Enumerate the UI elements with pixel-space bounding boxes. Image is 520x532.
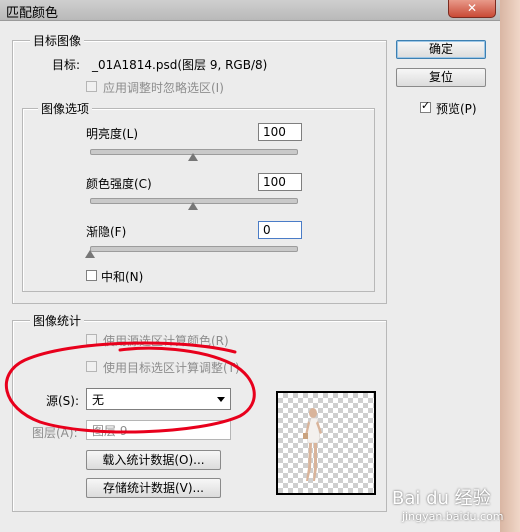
background-right bbox=[500, 0, 520, 532]
ignore-selection-label: 应用调整时忽略选区(I) bbox=[103, 81, 224, 95]
color-intensity-slider-thumb[interactable] bbox=[188, 202, 198, 210]
match-color-dialog: 匹配颜色 ✕ 目标图像 目标: _01A1814.psd(图层 9, RGB/8… bbox=[0, 0, 500, 532]
close-button[interactable]: ✕ bbox=[448, 0, 496, 18]
checkmark-icon: ✓ bbox=[421, 99, 431, 112]
image-statistics-legend: 图像统计 bbox=[30, 312, 85, 329]
watermark-text: Bai du 经验 bbox=[392, 488, 491, 509]
load-statistics-button[interactable]: 载入统计数据(O)... bbox=[86, 450, 221, 470]
preview-checkbox[interactable]: ✓ bbox=[420, 99, 431, 113]
color-intensity-input[interactable]: 100 bbox=[258, 173, 302, 191]
luminance-input[interactable]: 100 bbox=[258, 123, 302, 141]
fade-slider-track[interactable] bbox=[90, 246, 298, 252]
neutralize-label: 中和(N) bbox=[101, 270, 144, 284]
image-options-legend: 图像选项 bbox=[38, 100, 93, 117]
preview-label: 预览(P) bbox=[436, 102, 477, 116]
neutralize-checkbox[interactable] bbox=[86, 270, 97, 281]
target-label: 目标: bbox=[52, 58, 81, 72]
statistics-preview-thumbnail bbox=[276, 391, 376, 495]
dialog-title: 匹配颜色 bbox=[6, 6, 59, 21]
baidu-watermark: Bai du 经验 jingyan.baidu.com bbox=[392, 484, 504, 523]
reset-button[interactable]: 复位 bbox=[396, 68, 486, 87]
target-image-legend: 目标图像 bbox=[30, 32, 85, 49]
target-value: _01A1814.psd(图层 9, RGB/8) bbox=[92, 58, 268, 72]
title-bar: 匹配颜色 ✕ bbox=[0, 0, 500, 21]
watermark-subtext: jingyan.baidu.com bbox=[402, 510, 504, 523]
ignore-selection-checkbox[interactable] bbox=[86, 81, 97, 92]
luminance-slider-thumb[interactable] bbox=[188, 153, 198, 161]
person-figure-icon bbox=[303, 408, 322, 481]
color-intensity-label: 颜色强度(C) bbox=[86, 177, 152, 191]
fade-label: 渐隐(F) bbox=[86, 225, 127, 239]
luminance-label: 明亮度(L) bbox=[86, 127, 139, 141]
fade-slider-thumb[interactable] bbox=[85, 250, 95, 258]
save-statistics-button[interactable]: 存储统计数据(V)... bbox=[86, 478, 221, 498]
fade-input[interactable]: 0 bbox=[258, 221, 302, 239]
ok-button[interactable]: 确定 bbox=[396, 40, 486, 59]
red-annotation-ellipse bbox=[4, 341, 256, 434]
